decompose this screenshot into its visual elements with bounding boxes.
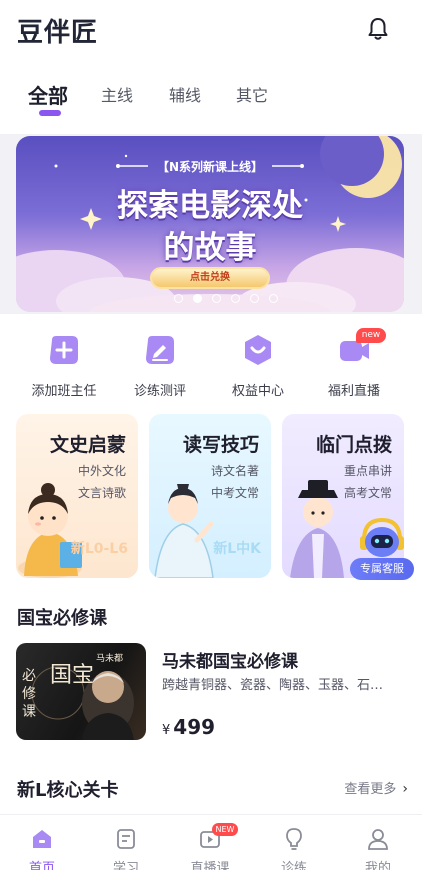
card-writing[interactable]: 读写技巧 诗文名著 中考文常 新L中K (149, 414, 271, 578)
official-illustration (290, 480, 344, 578)
carousel-dot[interactable] (231, 294, 240, 303)
quick-add-teacher[interactable]: 添加班主任 (16, 330, 112, 404)
quick-label: 诊练测评 (133, 384, 186, 399)
price-symbol: ¥ (162, 723, 171, 738)
tabbar-label: 诊练 (280, 861, 307, 870)
banner-title-line2: 的故事 (163, 230, 257, 266)
section-title-guobao: 国宝必修课 (17, 608, 107, 629)
add-icon (50, 336, 78, 364)
banner-subtitle: 【N系列新课上线】 (156, 160, 264, 174)
tabbar-label: 学习 (112, 861, 139, 870)
tabbar-study[interactable]: 学习 (84, 815, 168, 870)
course-price: ¥499 (162, 715, 215, 739)
quick-live[interactable]: new 福利直播 (306, 328, 402, 404)
heart-shield-icon (245, 335, 271, 365)
chevron-right-icon: › (402, 781, 408, 797)
quick-label: 福利直播 (327, 384, 380, 399)
quick-actions: 添加班主任 诊练测评 权益中心 new 福利直播 (0, 328, 422, 404)
bell-icon[interactable] (366, 16, 390, 42)
scholar-illustration (154, 484, 214, 578)
customer-service-label: 专属客服 (350, 558, 414, 580)
tab-main[interactable]: 主线 (101, 82, 133, 106)
card-title: 读写技巧 (182, 434, 259, 456)
course-thumbnail: 国宝 必修课 马未都 (16, 643, 146, 740)
study-icon (117, 829, 135, 849)
course-name: 马未都国宝必修课 (162, 652, 298, 672)
thumb-text-bixiuke: 必修课 (22, 668, 36, 720)
card-title: 文史启蒙 (49, 434, 126, 456)
tabbar-home[interactable]: 首页 (0, 815, 84, 870)
tabbar-label: 直播课 (190, 861, 230, 870)
new-badge: new (356, 328, 386, 343)
profile-icon (368, 829, 388, 850)
redeem-button[interactable]: 点击兑换 (150, 267, 270, 289)
carousel-dot[interactable] (269, 294, 278, 303)
customer-service-button[interactable]: 专属客服 (350, 517, 416, 580)
bottom-tab-bar: 首页 学习 NEW 直播课 诊练 我的 (0, 814, 422, 870)
carousel-dot[interactable] (250, 294, 259, 303)
quick-evaluation[interactable]: 诊练测评 (112, 330, 208, 404)
app-header: 豆伴匠 (0, 0, 422, 62)
course-description: 跨越青铜器、瓷器、陶器、玉器、石… (162, 678, 384, 693)
card-subtitle: 中外文化 (77, 464, 126, 478)
bulb-icon (286, 828, 302, 850)
carousel-dot[interactable] (174, 294, 183, 303)
card-level: 新L0-L6 (70, 541, 128, 557)
home-icon (33, 830, 51, 848)
see-more-label: 查看更多 (344, 782, 397, 797)
card-title: 临门点拨 (315, 434, 392, 456)
quick-label: 添加班主任 (31, 384, 97, 399)
tabbar-live[interactable]: NEW 直播课 (168, 815, 252, 870)
carousel-dot-active[interactable] (193, 294, 202, 303)
edit-icon (146, 336, 174, 364)
banner-area: 【N系列新课上线】 探索电影深处 的故事 点击兑换 (0, 134, 422, 314)
price-value: 499 (173, 715, 216, 739)
tabbar-label: 首页 (28, 861, 55, 870)
card-subtitle: 重点串讲 (343, 464, 392, 478)
new-badge: NEW (212, 823, 238, 836)
card-subtitle: 诗文名著 (210, 464, 259, 478)
tabbar-profile[interactable]: 我的 (336, 815, 420, 870)
carousel-dot[interactable] (212, 294, 221, 303)
quick-benefits[interactable]: 权益中心 (210, 330, 306, 404)
card-level: 新L中K (213, 541, 261, 557)
card-subtitle: 高考文常 (343, 486, 392, 500)
see-more-link[interactable]: 查看更多 › (344, 778, 408, 797)
tab-indicator (39, 110, 61, 116)
category-tabs: 全部 主线 辅线 其它 (0, 76, 422, 120)
tabbar-practice[interactable]: 诊练 (252, 815, 336, 870)
tab-all[interactable]: 全部 (28, 80, 68, 109)
thumb-author: 马未都 (96, 654, 124, 664)
robot-icon (360, 517, 404, 557)
promo-banner[interactable]: 【N系列新课上线】 探索电影深处 的故事 点击兑换 (16, 136, 404, 312)
app-title: 豆伴匠 (17, 18, 99, 48)
thumb-text-guobao: 国宝 (50, 663, 95, 688)
quick-label: 权益中心 (231, 384, 284, 399)
card-subtitle: 中考文常 (210, 486, 259, 500)
card-subtitle: 文言诗歌 (77, 486, 126, 500)
section-title-core: 新L核心关卡 (17, 780, 119, 801)
card-culture[interactable]: 文史启蒙 中外文化 文言诗歌 新L0-L6 (16, 414, 138, 578)
tab-aux[interactable]: 辅线 (169, 82, 201, 106)
course-item[interactable]: 国宝 必修课 马未都 马未都国宝必修课 跨越青铜器、瓷器、陶器、玉器、石… ¥4… (16, 643, 406, 741)
banner-title-line1: 探索电影深处 (117, 188, 303, 224)
tabbar-label: 我的 (364, 861, 391, 870)
tab-other[interactable]: 其它 (236, 82, 268, 106)
